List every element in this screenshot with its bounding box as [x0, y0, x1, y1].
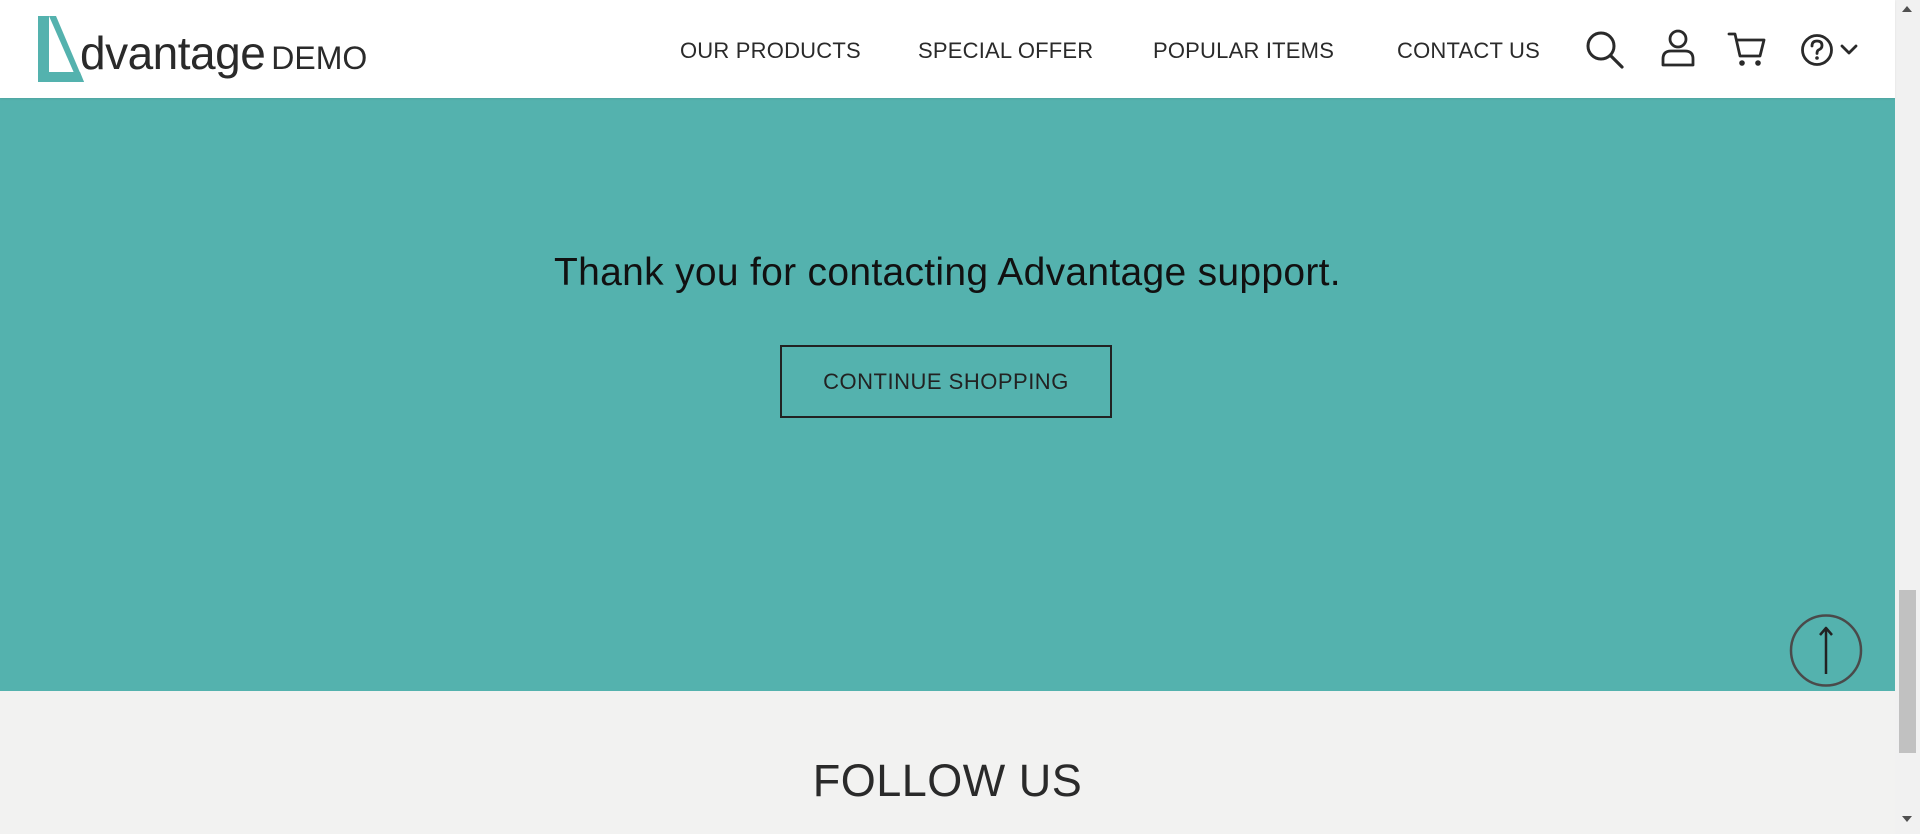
- help-menu[interactable]: [1800, 33, 1860, 67]
- search-icon[interactable]: [1585, 30, 1625, 70]
- continue-shopping-button[interactable]: CONTINUE SHOPPING: [780, 345, 1112, 418]
- chevron-down-icon: [1840, 44, 1858, 55]
- nav-special-offer[interactable]: SPECIAL OFFER: [918, 38, 1093, 64]
- nav-popular-items[interactable]: POPULAR ITEMS: [1153, 38, 1334, 64]
- vertical-scrollbar[interactable]: [1895, 0, 1920, 834]
- scroll-down-arrow-icon[interactable]: [1902, 816, 1912, 822]
- scroll-up-arrow-icon[interactable]: [1902, 6, 1912, 12]
- user-icon[interactable]: [1660, 28, 1696, 68]
- confirmation-message: Thank you for contacting Advantage suppo…: [554, 251, 1341, 294]
- nav-contact-us[interactable]: CONTACT US: [1397, 38, 1540, 64]
- follow-us-section: FOLLOW US: [0, 691, 1895, 834]
- logo-text: dvantage: [80, 27, 266, 79]
- follow-us-heading: FOLLOW US: [812, 755, 1083, 806]
- scrollbar-thumb[interactable]: [1899, 590, 1916, 753]
- help-icon: [1801, 34, 1833, 66]
- logo-mark: [38, 16, 84, 82]
- cart-icon[interactable]: [1727, 30, 1767, 68]
- site-header: dvantage DEMO OUR PRODUCTS SPECIAL OFFER…: [0, 0, 1895, 98]
- nav-our-products[interactable]: OUR PRODUCTS: [680, 38, 861, 64]
- scroll-to-top-button[interactable]: [1789, 614, 1895, 687]
- advantage-logo[interactable]: dvantage DEMO: [34, 14, 367, 84]
- contact-confirmation-section: Thank you for contacting Advantage suppo…: [0, 98, 1895, 691]
- logo-demo-text: DEMO: [271, 40, 368, 76]
